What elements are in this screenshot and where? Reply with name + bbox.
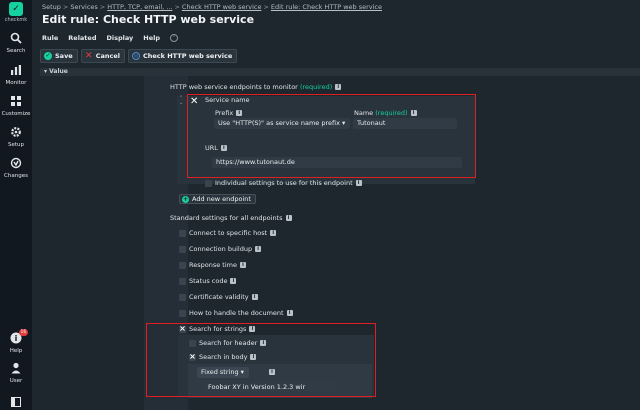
response-time-checkbox[interactable]: [179, 262, 186, 269]
toolbar: ✓ Save ✕ Cancel ◎ Check HTTP web service: [40, 49, 238, 63]
close-icon: ✕: [84, 51, 93, 61]
handle-document-label: How to handle the document i: [189, 309, 293, 317]
sidebar-collapse-toggle[interactable]: [0, 396, 32, 410]
connection-buildup-checkbox[interactable]: [179, 246, 186, 253]
cancel-button[interactable]: ✕ Cancel: [80, 49, 125, 63]
certificate-validity-checkbox[interactable]: [179, 294, 186, 301]
breadcrumb-setup[interactable]: Setup: [42, 3, 61, 11]
info-icon[interactable]: i: [335, 84, 342, 90]
individual-settings-checkbox[interactable]: [205, 180, 212, 187]
service-label: Check HTTP web service: [143, 52, 233, 60]
help-badge: 16: [19, 329, 28, 336]
logo-text: checkmk: [4, 17, 28, 23]
menu-related[interactable]: Related: [68, 34, 96, 42]
info-icon[interactable]: i: [239, 262, 246, 268]
response-time-label: Response time i: [189, 261, 246, 269]
sidebar-item-label: Help: [9, 348, 23, 354]
status-code-label: Status code i: [189, 277, 237, 285]
sidebar-item-search[interactable]: Search: [0, 32, 32, 54]
endpoints-label: HTTP web service endpoints to monitor (r…: [170, 83, 342, 91]
form-content: ▾ Value HTTP web service endpoints to mo…: [32, 68, 640, 410]
save-button[interactable]: ✓ Save: [40, 49, 78, 63]
menu-display[interactable]: Display: [106, 34, 133, 42]
info-icon[interactable]: i: [355, 180, 362, 186]
breadcrumb: Setup > Services > HTTP, TCP, email, ... > Che…: [42, 3, 382, 11]
info-icon[interactable]: i: [286, 310, 293, 316]
certificate-validity-label: Certificate validity i: [189, 293, 258, 301]
save-label: Save: [55, 52, 73, 60]
sidebar-item-help[interactable]: i 16 Help: [0, 329, 32, 354]
logo[interactable]: ✓ checkmk: [0, 2, 32, 23]
menubar: Rule Related Display Help ⌃: [42, 33, 179, 43]
standard-settings-label: Standard settings for all endpoints i: [170, 214, 292, 222]
checkmark-icon: ✓: [44, 52, 52, 60]
breadcrumb-http-tcp-email[interactable]: HTTP, TCP, email, ...: [107, 3, 172, 11]
connect-host-checkbox[interactable]: [179, 230, 186, 237]
sidebar-toggle-icon: [11, 397, 21, 407]
monitor-icon: [11, 65, 21, 75]
menu-help[interactable]: Help: [143, 34, 160, 42]
highlight-search-strings: [146, 323, 376, 397]
sidebar-item-label: Setup: [7, 142, 24, 148]
add-endpoint-button[interactable]: + Add new endpoint: [179, 194, 256, 204]
breadcrumb-services[interactable]: Services: [70, 3, 97, 11]
breadcrumb-edit-rule[interactable]: Edit rule: Check HTTP web service: [271, 3, 382, 11]
info-icon[interactable]: i: [285, 215, 292, 221]
changes-icon: [10, 157, 22, 169]
sidebar-item-changes[interactable]: Changes: [0, 157, 32, 179]
handle-document-checkbox[interactable]: [179, 310, 186, 317]
menu-rule[interactable]: Rule: [42, 34, 58, 42]
page-title: Edit rule: Check HTTP web service: [42, 13, 255, 26]
sidebar: ✓ checkmk Search Monitor Customize Setup…: [0, 0, 32, 410]
sidebar-item-label: Changes: [4, 173, 28, 179]
sidebar-item-setup[interactable]: Setup: [0, 126, 32, 148]
sidebar-item-label: Customize: [1, 111, 31, 117]
reorder-handle-icon[interactable]: ⌃ ⌄: [179, 96, 183, 106]
info-icon[interactable]: i: [270, 230, 277, 236]
checkmk-logo-icon: ✓: [9, 2, 23, 16]
check-http-service-button[interactable]: ◎ Check HTTP web service: [128, 49, 238, 63]
gear-icon: [11, 127, 21, 137]
plus-icon: +: [182, 195, 189, 203]
user-icon: [11, 362, 21, 374]
sidebar-item-user[interactable]: User: [0, 362, 32, 384]
sidebar-item-label: Search: [6, 48, 26, 54]
connect-host-label: Connect to specific host i: [189, 229, 277, 237]
sidebar-item-label: Monitor: [5, 80, 27, 86]
status-code-checkbox[interactable]: [179, 278, 186, 285]
sidebar-item-customize[interactable]: Customize: [0, 95, 32, 117]
sidebar-item-monitor[interactable]: Monitor: [0, 64, 32, 86]
sidebar-item-label: User: [9, 378, 23, 384]
value-section-header[interactable]: ▾ Value: [40, 68, 640, 76]
info-icon[interactable]: i: [255, 246, 262, 252]
individual-settings-label: Individual settings to use for this endp…: [215, 179, 362, 187]
search-icon: [10, 32, 22, 44]
customize-icon: [11, 96, 21, 106]
breadcrumb-check-http[interactable]: Check HTTP web service: [182, 3, 262, 11]
svg-text:i: i: [15, 334, 18, 343]
info-icon[interactable]: i: [251, 294, 258, 300]
highlight-endpoint: [187, 94, 476, 178]
service-icon: ◎: [132, 52, 140, 60]
info-icon[interactable]: i: [230, 278, 237, 284]
cancel-label: Cancel: [95, 52, 120, 60]
connection-buildup-label: Connection buildup i: [189, 245, 262, 253]
menu-toggle-icon[interactable]: ⌃: [170, 34, 179, 42]
